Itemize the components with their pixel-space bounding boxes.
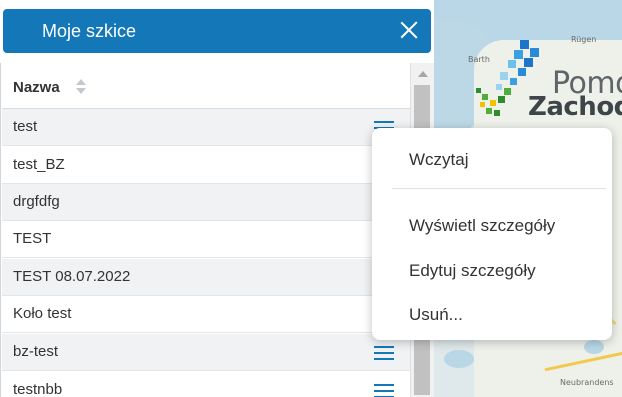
row-name: test [13,118,38,135]
table-row[interactable]: Koło test [2,296,411,333]
row-name: Koło test [13,305,72,322]
row-name: bz-test [13,343,59,360]
menu-item-edit-details[interactable]: Edytuj szczegóły [409,261,536,281]
hamburger-menu-icon[interactable] [374,346,394,361]
table-row[interactable]: test [2,109,411,146]
close-icon[interactable] [398,19,420,41]
menu-item-show-details[interactable]: Wyświetl szczegóły [409,216,555,236]
table-row[interactable]: drgfdfg [2,184,411,221]
panel-header: Moje szkice [3,9,431,53]
table-header[interactable]: Nazwa [2,63,411,109]
row-name: test_BZ [13,156,65,173]
menu-item-load[interactable]: Wczytaj [409,150,469,170]
table-row[interactable]: test_BZ [2,147,411,184]
row-name: TEST 08.07.2022 [13,268,131,285]
menu-item-delete[interactable]: Usuń... [409,305,463,325]
row-name: drgfdfg [13,193,60,210]
panel-title: Moje szkice [42,21,137,41]
row-name: TEST [13,230,52,247]
scroll-up-icon[interactable] [418,71,428,77]
row-context-menu: Wczytaj Wyświetl szczegóły Edytuj szczeg… [372,128,612,340]
map-place-label: Neubrandens [560,378,614,387]
logo-text-line2: Zachodn [528,92,622,122]
table-row[interactable]: TEST 08.07.2022 [2,259,411,296]
hamburger-menu-icon[interactable] [374,384,394,397]
table-row[interactable]: bz-test [2,334,411,371]
row-name: testnbb [13,381,63,397]
table-row[interactable]: TEST [2,221,411,258]
sketch-table: Nazwa test test_BZ drgfdfg TEST TEST 08.… [0,63,434,397]
column-header-name[interactable]: Nazwa [13,79,60,96]
map-place-label: Rügen [571,35,597,44]
map-lake [584,340,604,354]
table-row[interactable]: testnbb [2,372,411,397]
sort-icon[interactable] [76,79,86,95]
menu-divider [392,188,606,189]
map-lake [444,350,474,368]
